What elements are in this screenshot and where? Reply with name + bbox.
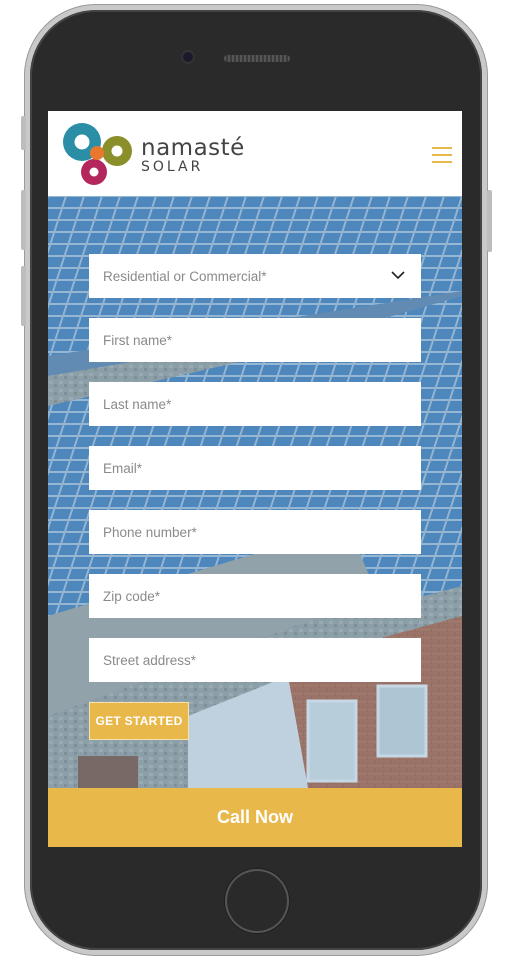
email-field[interactable]: Email* <box>89 446 421 490</box>
get-started-button[interactable]: GET STARTED <box>89 702 189 740</box>
email-placeholder: Email* <box>103 460 143 476</box>
zip-code-placeholder: Zip code* <box>103 588 161 604</box>
last-name-field[interactable]: Last name* <box>89 382 421 426</box>
home-button[interactable] <box>225 869 289 933</box>
call-now-button[interactable]: Call Now <box>48 788 462 847</box>
brand-wordmark[interactable]: namasté SOLAR <box>141 135 245 176</box>
phone-number-field[interactable]: Phone number* <box>89 510 421 554</box>
first-name-field[interactable]: First name* <box>89 318 421 362</box>
volume-up-button <box>21 190 26 250</box>
volume-down-button <box>21 266 26 326</box>
customer-type-select[interactable]: Residential or Commercial* <box>89 254 421 298</box>
last-name-placeholder: Last name* <box>103 396 172 412</box>
brand-name: namasté <box>141 135 245 161</box>
phone-screen: namasté SOLAR Residential or Commercial*… <box>48 111 462 847</box>
hero-section: Residential or Commercial* First name* L… <box>48 196 462 788</box>
power-button <box>487 190 492 252</box>
namaste-solar-logo-icon[interactable] <box>62 121 134 187</box>
street-address-field[interactable]: Street address* <box>89 638 421 682</box>
zip-code-field[interactable]: Zip code* <box>89 574 421 618</box>
phone-number-placeholder: Phone number* <box>103 524 197 540</box>
customer-type-select-value: Residential or Commercial* <box>103 268 267 284</box>
chevron-down-icon <box>391 271 405 280</box>
brand-subtitle: SOLAR <box>141 159 204 175</box>
site-header: namasté SOLAR <box>48 111 462 196</box>
mute-switch <box>21 116 26 150</box>
hamburger-menu-icon[interactable] <box>432 147 452 163</box>
first-name-placeholder: First name* <box>103 332 173 348</box>
speaker-grille <box>224 55 290 62</box>
front-camera-icon <box>183 52 193 62</box>
street-address-placeholder: Street address* <box>103 652 197 668</box>
